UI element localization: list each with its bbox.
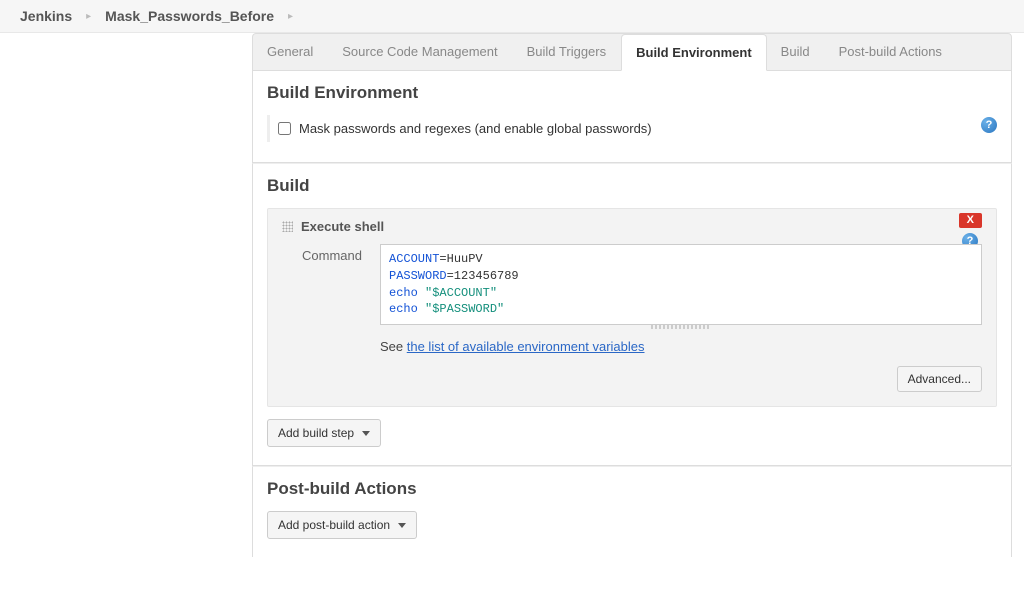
chevron-right-icon: ▸ xyxy=(86,11,91,22)
section-title: Post-build Actions xyxy=(267,479,997,499)
chevron-right-icon: ▸ xyxy=(288,11,293,22)
code-token: =123456789 xyxy=(447,269,519,283)
env-vars-link[interactable]: the list of available environment variab… xyxy=(407,339,645,354)
mask-passwords-row: Mask passwords and regexes (and enable g… xyxy=(267,115,997,142)
code-token: "$ACCOUNT" xyxy=(418,286,497,300)
advanced-button[interactable]: Advanced... xyxy=(897,366,982,392)
tab-build-environment[interactable]: Build Environment xyxy=(621,34,767,71)
add-build-step-button[interactable]: Add build step xyxy=(267,419,381,447)
command-label: Command xyxy=(302,244,364,263)
tab-scm[interactable]: Source Code Management xyxy=(328,34,512,70)
delete-step-button[interactable]: X xyxy=(959,213,982,228)
note-prefix: See xyxy=(380,339,407,354)
tab-build-triggers[interactable]: Build Triggers xyxy=(513,34,621,70)
tab-post-build[interactable]: Post-build Actions xyxy=(825,34,957,70)
mask-passwords-checkbox[interactable] xyxy=(278,122,291,135)
breadcrumb-root[interactable]: Jenkins xyxy=(20,8,72,24)
env-vars-note: See the list of available environment va… xyxy=(380,339,982,354)
tab-general[interactable]: General xyxy=(253,34,328,70)
build-section: Build X ? Execute shell Command ACCOUNT=… xyxy=(252,163,1012,466)
build-environment-section: Build Environment Mask passwords and reg… xyxy=(252,71,1012,163)
config-tabs: General Source Code Management Build Tri… xyxy=(252,33,1012,71)
button-label: Add post-build action xyxy=(278,518,390,532)
command-textarea[interactable]: ACCOUNT=HuuPV PASSWORD=123456789 echo "$… xyxy=(380,244,982,325)
code-token: ACCOUNT xyxy=(389,252,439,266)
breadcrumb: Jenkins ▸ Mask_Passwords_Before ▸ xyxy=(0,0,1024,33)
code-token: echo xyxy=(389,286,418,300)
mask-passwords-label: Mask passwords and regexes (and enable g… xyxy=(299,121,652,136)
block-header: Execute shell xyxy=(282,219,982,234)
code-token: "$PASSWORD" xyxy=(418,302,504,316)
breadcrumb-job[interactable]: Mask_Passwords_Before xyxy=(105,8,274,24)
caret-down-icon xyxy=(398,523,406,528)
code-token: =HuuPV xyxy=(439,252,482,266)
caret-down-icon xyxy=(362,431,370,436)
resize-grip-icon[interactable] xyxy=(651,325,711,329)
button-label: Add build step xyxy=(278,426,354,440)
section-title: Build xyxy=(267,176,997,196)
block-title: Execute shell xyxy=(301,219,384,234)
tab-build[interactable]: Build xyxy=(767,34,825,70)
code-token: echo xyxy=(389,302,418,316)
section-title: Build Environment xyxy=(267,83,997,103)
drag-handle-icon[interactable] xyxy=(282,221,293,232)
execute-shell-block: X ? Execute shell Command ACCOUNT=HuuPV … xyxy=(267,208,997,407)
code-token: PASSWORD xyxy=(389,269,447,283)
add-post-build-action-button[interactable]: Add post-build action xyxy=(267,511,417,539)
post-build-section: Post-build Actions Add post-build action xyxy=(252,466,1012,557)
help-icon[interactable]: ? xyxy=(981,117,997,133)
